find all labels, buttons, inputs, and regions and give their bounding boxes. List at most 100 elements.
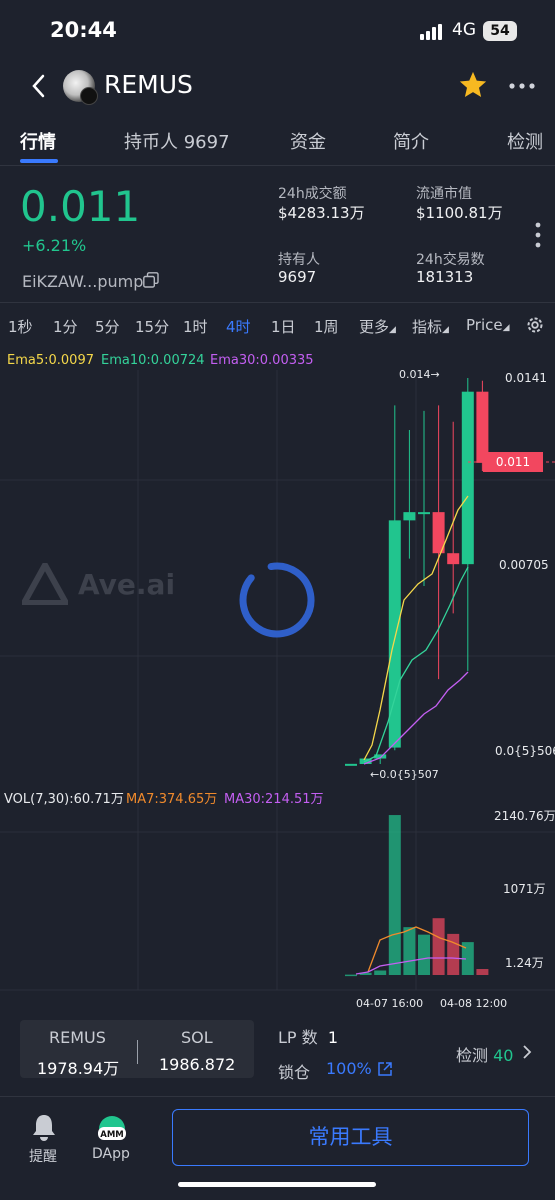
more-label: 更多 (359, 318, 390, 336)
lp-count: LP 数 1 (278, 1024, 338, 1048)
volume-bar (374, 970, 387, 975)
vertical-more-icon[interactable] (534, 222, 542, 248)
volume-bar (432, 918, 445, 975)
battery-icon: 54 (483, 21, 517, 41)
ema30-legend: Ema30:0.00335 (210, 353, 314, 368)
volume-bar (418, 934, 430, 975)
watermark: Ave.ai (78, 568, 176, 601)
high-annotation: 0.014→ (399, 368, 440, 381)
tx-count-label: 24h交易数 (416, 252, 485, 268)
volume-axis-high: 2140.76万 (494, 809, 555, 823)
low-annotation: ←0.0{5}507 (370, 768, 439, 781)
dapp-button[interactable]: DApp (92, 1146, 130, 1162)
market-cap-label: 流通市值 (416, 186, 472, 202)
volume-label: 24h成交额 (278, 186, 347, 202)
tab-market[interactable]: 行情 (20, 128, 56, 154)
common-tools-button[interactable]: 常用工具 (172, 1109, 529, 1166)
info-divider (0, 302, 555, 303)
copy-icon[interactable] (143, 272, 159, 288)
candle-body (418, 512, 430, 515)
volume-bar (447, 933, 460, 975)
ma7-legend: MA7:374.65万 (126, 792, 218, 807)
lp-value: 1 (327, 1028, 339, 1047)
signal-icon (420, 24, 442, 40)
price-axis-high: 0.0141 (505, 371, 547, 385)
bell-icon[interactable] (30, 1112, 58, 1142)
ema10-legend: Ema10:0.00724 (101, 353, 205, 368)
volume-legend: VOL(7,30):60.71万 (4, 792, 124, 807)
volume-bar (345, 974, 357, 977)
amm-icon[interactable]: AMM (97, 1114, 127, 1142)
market-cap-value: $1100.81万 (416, 204, 503, 222)
price-change: +6.21% (22, 236, 87, 255)
chain-badge-icon (80, 87, 98, 105)
volume-bar (403, 927, 416, 975)
security-check-link[interactable]: 检测 40 (456, 1042, 513, 1066)
tab-holders[interactable]: 持币人 9697 (124, 128, 230, 154)
candle-body (447, 553, 460, 565)
chart-settings-icon[interactable] (524, 314, 546, 336)
lock-label: 锁仓 (278, 1063, 311, 1082)
tab-funds[interactable]: 资金 (290, 128, 326, 154)
price-mode-label: Price (466, 316, 503, 334)
indicator-label: 指标 (412, 318, 443, 336)
candlestick-chart[interactable]: 0.014→ ←0.0{5}507 0.0141 0.00705 0.0{5}5… (0, 368, 555, 1008)
interval-5m[interactable]: 5分 (95, 316, 120, 337)
x-axis-label-1: 04-07 16:00 (356, 997, 423, 1008)
alert-button[interactable]: 提醒 (29, 1146, 57, 1166)
home-indicator (178, 1182, 376, 1187)
current-price: 0.011 (20, 182, 141, 231)
external-link-icon[interactable] (377, 1061, 393, 1077)
interval-15m[interactable]: 15分 (135, 316, 169, 337)
interval-1s[interactable]: 1秒 (8, 316, 33, 337)
contract-address[interactable]: EiKZAW...pump (22, 272, 143, 291)
panel-separator (137, 1040, 138, 1064)
loading-spinner-icon (239, 562, 315, 638)
interval-1h[interactable]: 1时 (183, 316, 208, 337)
interval-1d[interactable]: 1日 (271, 316, 296, 337)
price-mode-dropdown[interactable]: Price◢ (466, 316, 510, 334)
volume-bar (476, 969, 489, 975)
interval-more-dropdown[interactable]: 更多◢ (359, 316, 396, 337)
volume-axis-mid: 1071万 (503, 882, 546, 896)
tab-active-indicator (20, 159, 58, 163)
volume-axis-low: 1.24万 (505, 956, 544, 970)
ma30-legend: MA30:214.51万 (224, 792, 324, 807)
volume-bar (388, 815, 401, 975)
favorite-star-icon[interactable] (458, 70, 488, 100)
interval-4h[interactable]: 4时 (226, 316, 251, 337)
token-b-label: SOL (181, 1028, 213, 1047)
price-axis-mid: 0.00705 (499, 558, 549, 572)
token-a-label: REMUS (49, 1028, 106, 1047)
tab-divider (0, 165, 555, 166)
x-axis-label-2: 04-08 12:00 (440, 997, 507, 1008)
token-a-value: 1978.94万 (37, 1059, 120, 1078)
ema5-legend: Ema5:0.0097 (7, 353, 94, 368)
dropdown-caret-icon: ◢ (442, 325, 449, 335)
ave-logo-icon (22, 563, 68, 605)
network-label: 4G (452, 20, 476, 40)
amm-icon-label: AMM (100, 1130, 124, 1140)
lock-value[interactable]: 100% (326, 1059, 372, 1078)
interval-1w[interactable]: 1周 (314, 316, 339, 337)
footer-divider (0, 1096, 555, 1097)
volume-value: $4283.13万 (278, 204, 365, 222)
chevron-right-icon[interactable] (522, 1044, 532, 1060)
price-axis-low: 0.0{5}506 (495, 744, 555, 758)
candle-body (345, 763, 357, 766)
token-b-value: 1986.872 (159, 1055, 236, 1074)
check-label: 检测 (456, 1046, 489, 1065)
current-price-tag: 0.011 (483, 452, 543, 472)
more-menu-icon[interactable] (508, 82, 536, 90)
dropdown-caret-icon: ◢ (389, 325, 396, 335)
dropdown-caret-icon: ◢ (502, 323, 510, 333)
lp-label: LP 数 (278, 1028, 318, 1047)
holders-label: 持有人 (278, 252, 320, 268)
tab-intro[interactable]: 简介 (393, 128, 429, 154)
status-time: 20:44 (50, 18, 117, 42)
back-icon[interactable] (28, 72, 50, 100)
interval-1m[interactable]: 1分 (53, 316, 78, 337)
tx-count-value: 181313 (416, 268, 474, 286)
indicator-dropdown[interactable]: 指标◢ (412, 316, 449, 337)
tab-check[interactable]: 检测 (507, 128, 543, 154)
